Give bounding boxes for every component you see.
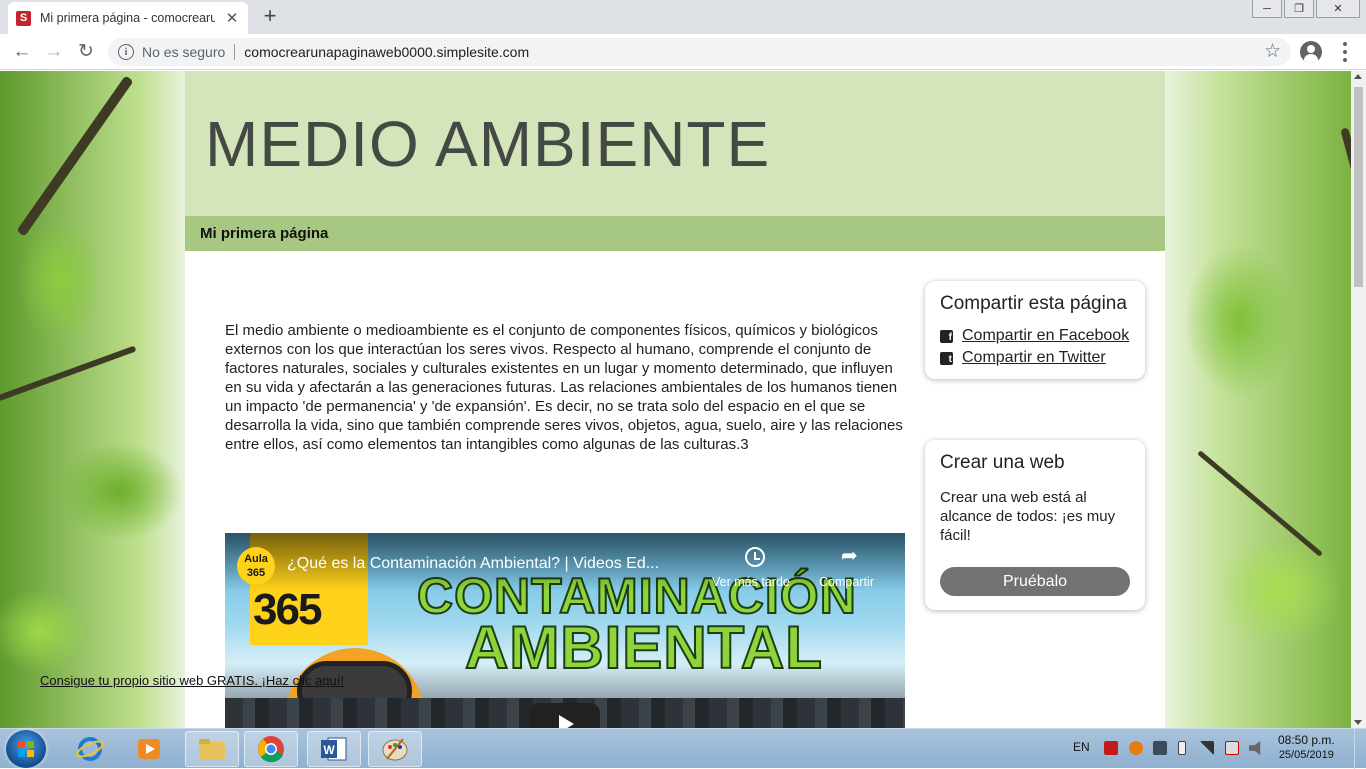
page-container: MEDIO AMBIENTE Mi primera página El medi…	[185, 71, 1165, 728]
share-twitter-link[interactable]: Compartir en Twitter	[962, 349, 1106, 367]
simplesite-favicon-icon: S	[16, 10, 31, 26]
profile-avatar-icon[interactable]	[1300, 41, 1322, 63]
thumbnail-365-text: 365	[253, 585, 322, 634]
svg-text:W: W	[323, 743, 335, 757]
taskbar-file-explorer[interactable]	[185, 731, 239, 767]
watch-later-label[interactable]: Ver más tarde	[712, 575, 790, 589]
tab-close-icon[interactable]: ✕	[224, 9, 240, 27]
chrome-icon	[258, 736, 284, 763]
volume-icon[interactable]	[1249, 741, 1261, 755]
try-it-button[interactable]: Pruébalo	[940, 567, 1130, 596]
background-branch	[1197, 450, 1323, 557]
page-scrollbar[interactable]	[1351, 71, 1366, 728]
share-card-title: Compartir esta página	[940, 293, 1127, 314]
bookmark-star-icon[interactable]: ☆	[1264, 40, 1281, 63]
address-bar[interactable]: i No es seguro comocrearunapaginaweb0000…	[108, 38, 1291, 66]
background-branch	[16, 75, 134, 237]
folder-icon	[199, 739, 225, 760]
video-title[interactable]: ¿Qué es la Contaminación Ambiental? | Vi…	[287, 555, 707, 573]
minimize-button[interactable]: ─	[1252, 0, 1282, 18]
new-tab-button[interactable]: +	[259, 4, 281, 28]
windows-taskbar: W EN 08:50 p.m. 25/05/2019	[0, 728, 1366, 769]
nav-item-home[interactable]: Mi primera página	[200, 225, 328, 242]
device-tray-icon[interactable]	[1153, 741, 1167, 755]
back-arrow-icon[interactable]: ←	[10, 40, 34, 64]
channel-logo[interactable]: Aula 365	[237, 547, 275, 585]
share-facebook-link[interactable]: Compartir en Facebook	[962, 327, 1129, 345]
app-tray-icon[interactable]	[1129, 741, 1143, 755]
create-site-card: Crear una web Crear una web está al alca…	[925, 440, 1145, 610]
share-facebook-row[interactable]: f Compartir en Facebook	[940, 327, 1130, 345]
restore-button[interactable]: ❐	[1284, 0, 1314, 18]
tab-title: Mi primera página - comocrearu	[40, 11, 215, 25]
media-player-icon	[138, 739, 160, 759]
flag-alert-icon[interactable]	[1225, 741, 1239, 755]
reload-icon[interactable]: ↻	[74, 40, 98, 64]
system-clock[interactable]: 08:50 p.m. 25/05/2019	[1278, 733, 1335, 763]
background-branch	[0, 345, 137, 403]
internet-explorer-icon	[76, 737, 104, 761]
start-button[interactable]	[6, 730, 46, 768]
clock-date: 25/05/2019	[1278, 749, 1334, 761]
info-icon[interactable]: i	[118, 44, 134, 60]
twitter-icon: t	[940, 351, 953, 365]
acrobat-tray-icon[interactable]	[1104, 741, 1118, 755]
network-signal-icon[interactable]	[1200, 741, 1214, 755]
taskbar-internet-explorer[interactable]	[63, 731, 117, 767]
scroll-down-icon[interactable]	[1354, 720, 1362, 725]
site-title: MEDIO AMBIENTE	[205, 108, 771, 180]
youtube-embed[interactable]: 365 CONTAMINACIÓN AMBIENTAL Aula 365 ¿Qu…	[225, 533, 905, 728]
share-card: Compartir esta página f Compartir en Fac…	[925, 281, 1145, 379]
taskbar-word[interactable]: W	[307, 731, 361, 767]
battery-icon[interactable]	[1178, 741, 1186, 755]
share-arrow-icon[interactable]: ➦	[841, 543, 858, 568]
scroll-thumb[interactable]	[1354, 87, 1363, 287]
scroll-up-icon[interactable]	[1354, 74, 1362, 79]
taskbar-paint[interactable]	[368, 731, 422, 767]
window-controls: ─ ❐ ✕	[1250, 0, 1360, 18]
url-text[interactable]: comocrearunapaginaweb0000.simplesite.com	[244, 44, 529, 60]
tab-strip: S Mi primera página - comocrearu ✕ + ─ ❐…	[0, 0, 1366, 34]
word-icon: W	[321, 737, 347, 761]
share-twitter-row[interactable]: t Compartir en Twitter	[940, 349, 1130, 367]
kebab-menu-icon[interactable]	[1342, 42, 1348, 62]
create-card-title: Crear una web	[940, 452, 1065, 473]
free-site-promo-link[interactable]: Consigue tu propio sitio web GRATIS. ¡Ha…	[40, 673, 344, 688]
site-header: MEDIO AMBIENTE	[185, 71, 1165, 216]
site-nav: Mi primera página	[185, 216, 1165, 251]
windows-logo-icon	[18, 741, 34, 757]
play-button[interactable]	[530, 703, 600, 728]
security-status: No es seguro	[142, 44, 226, 60]
language-indicator[interactable]: EN	[1073, 740, 1090, 754]
facebook-icon: f	[940, 329, 953, 343]
clock-time: 08:50 p.m.	[1278, 733, 1335, 747]
clock-icon[interactable]	[745, 547, 765, 567]
taskbar-media-player[interactable]	[122, 731, 176, 767]
browser-tab[interactable]: S Mi primera página - comocrearu ✕	[8, 2, 248, 34]
create-card-text: Crear una web está al alcance de todos: …	[940, 489, 1116, 544]
share-label[interactable]: Compartir	[819, 575, 874, 589]
close-window-button[interactable]: ✕	[1316, 0, 1360, 18]
address-separator	[234, 44, 236, 60]
show-desktop-button[interactable]	[1354, 729, 1366, 769]
page-viewport: MEDIO AMBIENTE Mi primera página El medi…	[0, 71, 1366, 728]
browser-toolbar: ← → ↻ i No es seguro comocrearunapaginaw…	[0, 34, 1366, 70]
taskbar-chrome[interactable]	[244, 731, 298, 767]
forward-arrow-icon[interactable]: →	[42, 40, 66, 64]
article-text: El medio ambiente o medioambiente es el …	[225, 322, 903, 453]
paint-palette-icon	[382, 738, 408, 761]
thumbnail-headline-2: AMBIENTAL	[464, 613, 823, 682]
